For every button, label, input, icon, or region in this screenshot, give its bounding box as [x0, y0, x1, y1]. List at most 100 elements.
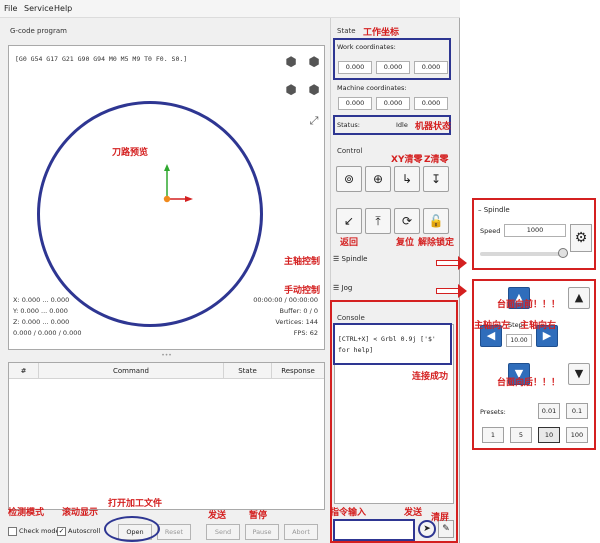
annotation-open-file: 打开加工文件: [108, 499, 163, 509]
machine-z-value: 0.000: [414, 97, 448, 110]
jog-z-minus-button[interactable]: ▼: [568, 363, 590, 385]
annotation-xy-zero: XY清零: [391, 155, 423, 165]
col-header-command[interactable]: Command: [39, 363, 224, 379]
stat-fps: FPS: 62: [293, 329, 318, 337]
preset-0.01-button[interactable]: 0.01: [538, 403, 560, 419]
spindle-toggle-gear-icon[interactable]: ⚙: [570, 224, 592, 252]
panel-splitter[interactable]: •••: [8, 352, 325, 360]
work-y-value: 0.000: [376, 61, 410, 74]
zero-xy-button[interactable]: ↳: [394, 166, 420, 192]
col-header-response[interactable]: Response: [272, 363, 324, 379]
machine-x-value: 0.000: [338, 97, 372, 110]
spindle-panel: – Spindle Speed 1000 ⚙: [472, 198, 596, 270]
stat-x-range: X: 0.000 ... 0.000: [13, 296, 70, 304]
probe-button[interactable]: ⊕: [365, 166, 391, 192]
menu-service[interactable]: Service: [24, 4, 54, 13]
preset-0.1-button[interactable]: 0.1: [566, 403, 588, 419]
annotation-send: 发送: [208, 511, 227, 521]
view-front-cube-icon[interactable]: ⬢: [307, 56, 321, 70]
preset-1-button[interactable]: 1: [482, 427, 504, 443]
annotation-pause: 暂停: [249, 511, 268, 521]
abort-button[interactable]: Abort: [284, 524, 318, 540]
stat-vertices: Vertices: 144: [275, 318, 318, 326]
home-button[interactable]: ⊚: [336, 166, 362, 192]
spindle-arrow-icon: [436, 256, 467, 270]
console-text: [CTRL+X] < Grbl 0.9j ['$' for help]: [338, 335, 436, 354]
annotation-manual-control: 手动控制: [284, 286, 321, 296]
command-input[interactable]: [333, 519, 415, 541]
send-button[interactable]: Send: [206, 524, 240, 540]
annotation-toolpath-preview: 刀路预览: [112, 148, 149, 158]
control-group-title: Control: [337, 147, 363, 155]
machine-y-value: 0.000: [376, 97, 410, 110]
autoscroll-checkbox[interactable]: ✓: [57, 527, 66, 536]
annotation-work-coords: 工作坐标: [363, 28, 400, 38]
top-button[interactable]: ⤒: [365, 208, 391, 234]
view-top-cube-icon[interactable]: ⬢: [284, 56, 298, 70]
menu-help[interactable]: Help: [54, 4, 72, 13]
jog-z-plus-button[interactable]: ▲: [568, 287, 590, 309]
work-z-value: 0.000: [414, 61, 448, 74]
machine-coords-label: Machine coordinates:: [337, 84, 407, 92]
menu-bar: File Service Help: [0, 0, 460, 18]
col-header-index[interactable]: #: [9, 363, 39, 379]
stat-z-range: Z: 0.000 ... 0.000: [13, 318, 70, 326]
annotation-spindle-left: 主轴向左: [474, 321, 511, 331]
annotation-table-forward: 台面向前！！！: [497, 300, 561, 310]
spindle-speed-slider[interactable]: [480, 252, 566, 256]
autoscroll-label: Autoscroll: [68, 527, 101, 535]
reset-button[interactable]: Reset: [157, 524, 191, 540]
annotation-spindle-control: 主轴控制: [284, 257, 321, 267]
spindle-slider-handle[interactable]: [558, 248, 569, 258]
annotation-table-backward: 台面向后！！！: [497, 378, 561, 388]
col-header-state[interactable]: State: [224, 363, 272, 379]
gcode-current-line: [G0 G54 G17 G21 G90 G94 M0 M5 M9 T0 F0. …: [15, 55, 188, 63]
spindle-speed-input[interactable]: 1000: [504, 224, 566, 237]
spindle-section-toggle[interactable]: ☰ Spindle: [333, 255, 367, 263]
jog-section-label: Jog: [341, 284, 353, 292]
unlock-button[interactable]: 🔓: [423, 208, 449, 234]
jog-step-input[interactable]: 10.00: [506, 334, 532, 347]
menu-file[interactable]: File: [4, 4, 17, 13]
stat-position: 0.000 / 0.000 / 0.000: [13, 329, 82, 337]
status-value: Idle: [396, 121, 408, 129]
jog-arrow-icon: [436, 284, 467, 298]
fit-view-icon[interactable]: ⤢: [307, 114, 321, 128]
jog-section-toggle[interactable]: ☰ Jog: [333, 284, 352, 292]
annotation-spindle-right: 主轴向右: [520, 321, 557, 331]
annotation-command-input: 指令输入: [330, 508, 367, 518]
state-group-title: State: [337, 27, 356, 35]
preset-5-button[interactable]: 5: [510, 427, 532, 443]
command-table[interactable]: # Command State Response: [8, 362, 325, 510]
annotation-z-zero: Z清零: [424, 155, 449, 165]
stat-y-range: Y: 0.000 ... 0.000: [13, 307, 68, 315]
annotation-autoscroll: 滚动显示: [62, 508, 99, 518]
zero-z-button[interactable]: ↧: [423, 166, 449, 192]
stat-buffer: Buffer: 0 / 0: [279, 307, 318, 315]
gcode-group-title: G-code program: [10, 27, 67, 35]
annotation-connected: 连接成功: [412, 372, 449, 382]
return-button[interactable]: ↙: [336, 208, 362, 234]
preset-10-button[interactable]: 10: [538, 427, 560, 443]
annotation-return: 返回: [340, 238, 359, 248]
view-iso-cube-icon[interactable]: ⬢: [307, 84, 321, 98]
reset-machine-button[interactable]: ⟳: [394, 208, 420, 234]
stat-time: 00:00:00 / 00:00:00: [253, 296, 318, 304]
spindle-speed-label: Speed: [480, 227, 501, 235]
annotation-machine-state: 机器状态: [415, 122, 452, 132]
toolpath-circle: [37, 101, 263, 327]
annotation-clear-screen: 清屏: [431, 513, 450, 523]
gcode-visualizer[interactable]: [G0 G54 G17 G21 G90 G94 M0 M5 M9 T0 F0. …: [8, 45, 325, 350]
annotation-send-command: 发送: [404, 508, 423, 518]
view-left-cube-icon[interactable]: ⬢: [284, 84, 298, 98]
spindle-section-label: Spindle: [341, 255, 368, 263]
status-label: Status:: [337, 121, 360, 129]
spindle-panel-title: – Spindle: [478, 206, 510, 214]
work-x-value: 0.000: [338, 61, 372, 74]
annotation-check-mode: 检测模式: [8, 508, 45, 518]
origin-axes-icon: [163, 164, 193, 203]
pause-button[interactable]: Pause: [245, 524, 279, 540]
check-mode-checkbox[interactable]: [8, 527, 17, 536]
console-group-title: Console: [337, 314, 365, 322]
preset-100-button[interactable]: 100: [566, 427, 588, 443]
